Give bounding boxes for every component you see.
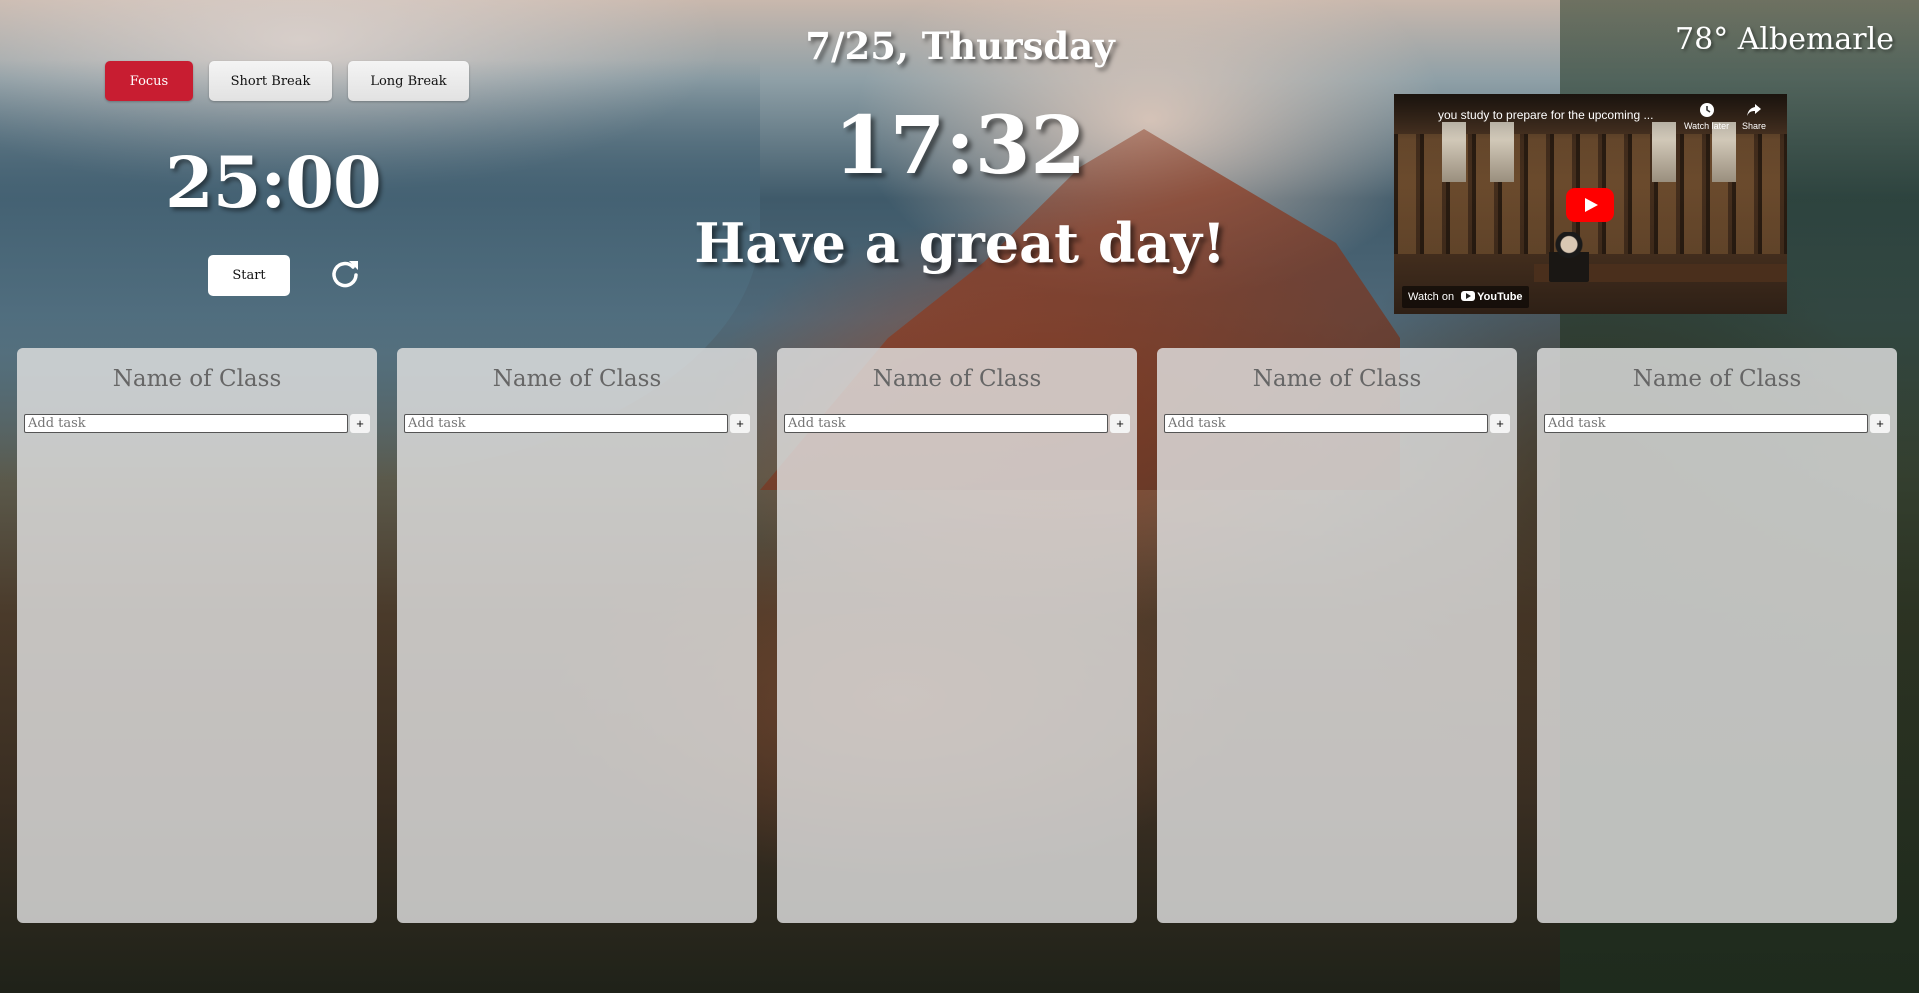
reset-icon[interactable] — [328, 256, 362, 290]
play-button[interactable] — [1566, 188, 1614, 222]
add-task-input[interactable] — [1164, 414, 1488, 433]
date-label: 7/25, Thursday — [805, 24, 1115, 68]
timer-display: 25:00 — [165, 141, 382, 224]
add-task-input[interactable] — [784, 414, 1108, 433]
class-card: Name of Class + — [777, 348, 1137, 923]
class-title: Name of Class — [492, 366, 662, 392]
watch-on-youtube-link[interactable]: Watch on YouTube — [1402, 286, 1529, 308]
add-task-input[interactable] — [24, 414, 348, 433]
add-task-input[interactable] — [1544, 414, 1868, 433]
share-button[interactable]: Share — [1742, 102, 1766, 131]
watch-on-label: Watch on — [1408, 291, 1455, 303]
youtube-play-icon — [1461, 291, 1476, 302]
add-task-button[interactable]: + — [1490, 414, 1510, 433]
youtube-embed[interactable]: you study to prepare for the upcoming ..… — [1394, 94, 1787, 314]
start-button[interactable]: Start — [208, 255, 290, 296]
add-task-button[interactable]: + — [1870, 414, 1890, 433]
add-task-button[interactable]: + — [1110, 414, 1130, 433]
long-break-button[interactable]: Long Break — [348, 61, 469, 101]
short-break-button[interactable]: Short Break — [209, 61, 332, 101]
youtube-logo: YouTube — [1461, 286, 1523, 308]
class-card: Name of Class + — [1537, 348, 1897, 923]
share-icon — [1747, 104, 1762, 116]
video-title[interactable]: you study to prepare for the upcoming ..… — [1438, 108, 1678, 122]
add-task-button[interactable]: + — [730, 414, 750, 433]
class-title: Name of Class — [112, 366, 282, 392]
add-task-button[interactable]: + — [350, 414, 370, 433]
watch-later-label: Watch later — [1684, 121, 1730, 131]
greeting: Have a great day! — [694, 211, 1226, 275]
watch-later-button[interactable]: Watch later — [1684, 102, 1729, 131]
class-card: Name of Class + — [1157, 348, 1517, 923]
youtube-brand: YouTube — [1477, 291, 1523, 304]
class-card: Name of Class + — [17, 348, 377, 923]
weather-label: 78° Albemarle — [1675, 22, 1894, 57]
video-thumbnail-person — [1549, 232, 1589, 282]
class-card: Name of Class + — [397, 348, 757, 923]
focus-mode-button[interactable]: Focus — [105, 61, 193, 101]
share-label: Share — [1742, 121, 1767, 131]
add-task-input[interactable] — [404, 414, 728, 433]
class-title: Name of Class — [872, 366, 1042, 392]
class-title: Name of Class — [1252, 366, 1422, 392]
clock-icon — [1699, 103, 1714, 117]
clock: 17:32 — [833, 98, 1087, 192]
class-title: Name of Class — [1632, 366, 1802, 392]
